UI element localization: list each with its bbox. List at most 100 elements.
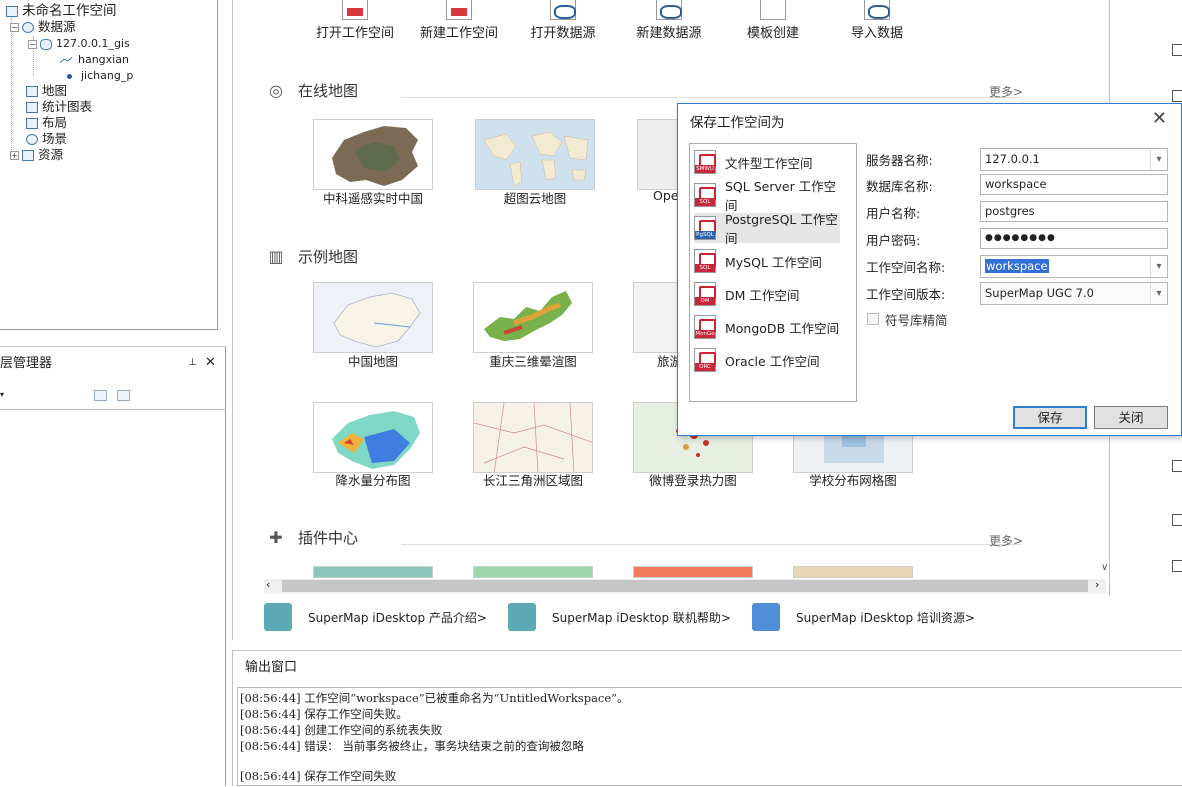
dock-tool-icon[interactable]	[1172, 460, 1182, 472]
dock-tool-icon[interactable]	[1172, 514, 1182, 526]
user-field[interactable]: postgres	[980, 201, 1168, 222]
open-workspace-button[interactable]: 打开工作空间	[309, 0, 401, 41]
workspace-type-list: SMWU 文件型工作空间 SQL SQL Server 工作空间 PgSQL P…	[689, 143, 857, 402]
mongodb-icon: MonGo	[694, 315, 716, 339]
workspace-name-value: workspace	[985, 259, 1049, 273]
type-sqlserver-workspace[interactable]: SQL SQL Server 工作空间	[694, 179, 840, 213]
card-tourism[interactable]	[633, 282, 679, 353]
log-line: [08:56:44] 工作空间“workspace”已被重命名为“Untitle…	[240, 691, 629, 705]
link-product-intro[interactable]: SuperMap iDesktop 产品介绍>	[264, 603, 487, 631]
card-realtime-china[interactable]	[313, 119, 433, 190]
tree-item-datasources[interactable]: − 数据源	[10, 19, 76, 35]
tree-item-charts[interactable]: 统计图表	[26, 99, 92, 115]
dock-tool-icon[interactable]	[1172, 90, 1182, 102]
log-line: [08:56:44] 保存工作空间失败	[240, 769, 397, 783]
output-window: 输出窗口 [08:56:44] 工作空间“workspace”已被重命名为“Un…	[232, 650, 1182, 786]
move-up-button[interactable]	[94, 390, 107, 401]
collapse-icon[interactable]: −	[10, 22, 19, 32]
tree-item-maps[interactable]: 地图	[26, 83, 67, 99]
type-postgresql-workspace[interactable]: PgSQL PostgreSQL 工作空间	[694, 212, 840, 246]
link-online-help[interactable]: SuperMap iDesktop 联机帮助>	[508, 603, 731, 631]
layer-manager-title: 层管理器	[0, 356, 53, 371]
tree-item-dataset-hangxian[interactable]: hangxian	[60, 52, 129, 68]
plugin-card-1[interactable]	[313, 566, 433, 578]
plugin-card-3[interactable]	[633, 566, 753, 578]
horizontal-scroll-thumb[interactable]	[282, 580, 1088, 592]
database-field[interactable]: workspace	[980, 174, 1168, 195]
scroll-left-icon[interactable]: ‹	[266, 578, 270, 591]
tree-item-dataset-jichang[interactable]: jichang_p	[64, 68, 133, 84]
dock-tool-icon[interactable]	[1172, 560, 1182, 572]
online-maps-more-link[interactable]: 更多>	[989, 83, 1023, 100]
card-chongqing-shaded[interactable]	[473, 282, 593, 353]
pin-icon[interactable]: ⊥	[188, 357, 197, 368]
move-down-button[interactable]	[117, 390, 130, 401]
save-button[interactable]: 保存	[1013, 406, 1087, 429]
type-oracle-workspace[interactable]: ORC Oracle 工作空间	[694, 345, 840, 375]
import-data-button[interactable]: 导入数据	[845, 0, 909, 41]
oracle-icon: ORC	[694, 348, 716, 372]
tree-item-layouts[interactable]: 布局	[26, 115, 67, 131]
tree-root-workspace[interactable]: 未命名工作空间	[6, 3, 117, 19]
template-create-button[interactable]: 模板创建	[741, 0, 805, 41]
chongqing-relief-thumbnail	[484, 291, 572, 341]
plugins-heading: ✚ 插件中心	[267, 527, 358, 548]
log-line: [08:56:44] 创建工作空间的系统表失败	[240, 723, 443, 737]
password-field[interactable]: ●●●●●●●●	[980, 228, 1168, 249]
tree-item-datasource-gis[interactable]: − 127.0.0.1_gis	[28, 36, 130, 52]
type-dm-workspace[interactable]: DM DM 工作空间	[694, 279, 840, 309]
dm-icon: DM	[694, 282, 716, 306]
file-workspace-icon: SMWU	[694, 150, 716, 174]
server-field[interactable]: 127.0.0.1	[980, 148, 1168, 171]
training-label: SuperMap iDesktop 培训资源>	[796, 610, 975, 625]
plugins-title: 插件中心	[298, 529, 359, 547]
symbol-simplify-checkbox[interactable]	[867, 313, 879, 325]
type-mysql-workspace[interactable]: SQL MySQL 工作空间	[694, 246, 840, 276]
link-training[interactable]: SuperMap iDesktop 培训资源>	[752, 603, 975, 631]
dm-badge: DM	[695, 297, 715, 305]
card-precipitation[interactable]	[313, 402, 433, 473]
close-button[interactable]: 关闭	[1094, 406, 1168, 429]
open-datasource-button[interactable]: 打开数据源	[523, 0, 603, 41]
card-weibo-caption: 微博登录热力图	[649, 473, 737, 488]
close-icon[interactable]: ✕	[205, 355, 216, 370]
world-map-thumbnail	[483, 131, 589, 187]
workspace-name-field[interactable]: workspace	[980, 255, 1168, 278]
output-log[interactable]: [08:56:44] 工作空间“workspace”已被重命名为“Untitle…	[237, 687, 1182, 786]
open-workspace-icon	[342, 0, 368, 20]
layer-list[interactable]	[0, 409, 226, 787]
save-workspace-dialog: 保存工作空间为 ✕ SMWU 文件型工作空间 SQL SQL Server 工作…	[677, 103, 1182, 436]
point-dataset-icon	[67, 73, 72, 79]
workspace-version-select[interactable]: SuperMap UGC 7.0	[980, 282, 1168, 305]
expand-icon[interactable]: +	[10, 150, 19, 160]
collapse-icon[interactable]: −	[28, 39, 37, 49]
layer-manager-panel: 层管理器 ⊥ ✕ ▾	[0, 346, 226, 786]
card-supermap-cloud[interactable]	[475, 119, 595, 190]
card-yangtze-delta[interactable]	[473, 402, 593, 473]
type-file-workspace[interactable]: SMWU 文件型工作空间	[694, 147, 840, 177]
dialog-close-button[interactable]: ✕	[1152, 108, 1167, 129]
open-workspace-label: 打开工作空间	[315, 26, 394, 41]
new-datasource-button[interactable]: 新建数据源	[629, 0, 709, 41]
scroll-down-icon[interactable]: ∨	[1101, 562, 1108, 573]
china-satellite-thumbnail	[332, 126, 418, 186]
new-workspace-button[interactable]: 新建工作空间	[413, 0, 505, 41]
plugin-card-2[interactable]	[473, 566, 593, 578]
type-mongodb-workspace[interactable]: MonGo MongoDB 工作空间	[694, 312, 840, 342]
card-openstreetmap[interactable]	[637, 119, 679, 190]
datasource-icon	[22, 21, 34, 33]
plugin-card-4[interactable]	[793, 566, 913, 578]
globe-icon: ◎	[269, 80, 283, 100]
plugins-more-link[interactable]: 更多>	[989, 532, 1023, 549]
dialog-title: 保存工作空间为	[690, 115, 785, 131]
tree-item-scenes[interactable]: 场景	[26, 131, 67, 147]
card-china-map[interactable]	[313, 282, 433, 353]
scroll-right-icon[interactable]: ›	[1095, 578, 1099, 591]
open-datasource-label: 打开数据源	[530, 26, 596, 41]
sample-maps-heading: ▥ 示例地图	[267, 246, 358, 267]
dock-tool-icon[interactable]	[1172, 44, 1182, 56]
puzzle-icon: ✚	[269, 527, 283, 547]
tree-item-resources[interactable]: + 资源	[10, 147, 63, 163]
user-label: 用户名称:	[866, 206, 921, 221]
dropdown-arrow-icon[interactable]: ▾	[0, 390, 4, 399]
